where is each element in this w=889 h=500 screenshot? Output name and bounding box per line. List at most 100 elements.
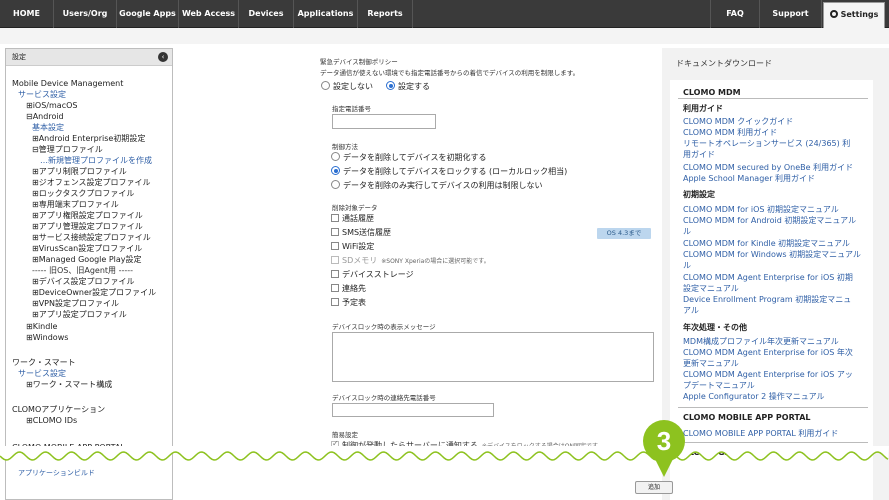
delete-option-calendar[interactable]: 予定表 [331, 297, 366, 308]
collapse-icon[interactable]: ‹ [158, 52, 168, 62]
radio-icon[interactable] [321, 81, 330, 90]
divider [678, 98, 868, 99]
lock-phone-input[interactable] [332, 403, 494, 417]
nav-web-access[interactable]: Web Access [179, 0, 239, 28]
nav-google-apps[interactable]: Google Apps [117, 0, 179, 28]
nav-faq[interactable]: FAQ [710, 0, 760, 28]
tree-android[interactable]: ⊟Android [26, 112, 64, 122]
doc-link[interactable]: リモートオペレーションサービス (24/365) 利 [683, 139, 850, 149]
nav-reports[interactable]: Reports [358, 0, 413, 28]
tree-vpn[interactable]: ⊞VPN設定プロファイル [32, 299, 119, 309]
tree-ws-service-settings[interactable]: サービス設定 [18, 369, 66, 379]
nav-users-org[interactable]: Users/Org [54, 0, 117, 28]
delete-option-storage[interactable]: デバイスストレージ [331, 269, 414, 280]
doc-link[interactable]: ル [683, 261, 691, 271]
control-option-wipe[interactable]: データを削除してデバイスを初期化する [331, 152, 487, 163]
doc-link[interactable]: CLOMO MDM クイックガイド [683, 117, 793, 127]
tree-virusscan[interactable]: ⊞VirusScan設定プロファイル [32, 244, 142, 254]
tree-mgmt-profile[interactable]: ⊟管理プロファイル [32, 145, 103, 155]
doc-link[interactable]: ル [683, 227, 691, 237]
checkbox-icon[interactable] [331, 256, 339, 264]
doc-link[interactable]: CLOMO MDM Agent Enterprise for iOS 年次 [683, 348, 853, 358]
nav-applications[interactable]: Applications [294, 0, 358, 28]
policy-off-radio[interactable]: 設定しない [321, 81, 373, 92]
step-marker: 3 [643, 420, 685, 462]
tree-app-permission[interactable]: ⊞アプリ権限設定プロファイル [32, 211, 143, 221]
doc-link[interactable]: 用ガイド [683, 150, 715, 160]
tree-ae-initial[interactable]: ⊞Android Enterprise初期設定 [32, 134, 145, 144]
tree-new-profile[interactable]: …新規管理プロファイルを作成 [40, 156, 152, 166]
tree-device-settings[interactable]: ⊞デバイス設定プロファイル [32, 277, 134, 287]
control-option-delete-only[interactable]: データを削除のみ実行してデバイスの利用は制限しない [331, 180, 543, 191]
doc-link[interactable]: 更新マニュアル [683, 359, 739, 369]
policy-on-radio[interactable]: 設定する [386, 81, 430, 92]
tree-service-settings[interactable]: サービス設定 [18, 90, 66, 100]
doc-panel-title: ドキュメントダウンロード [676, 59, 772, 68]
delete-option-call[interactable]: 通話履歴 [331, 213, 374, 224]
tree-geofence[interactable]: ⊞ジオフェンス設定プロファイル [32, 178, 151, 188]
tree-app-restrict[interactable]: ⊞アプリ制限プロファイル [32, 167, 127, 177]
doc-link[interactable]: アル [683, 306, 699, 316]
checkbox-icon[interactable] [331, 298, 339, 306]
delete-option-wifi[interactable]: WiFi設定 [331, 241, 374, 252]
tree-ws-config[interactable]: ⊞ワーク・スマート構成 [26, 380, 112, 390]
doc-link[interactable]: プデートマニュアル [683, 381, 755, 391]
delete-option-sms[interactable]: SMS送信履歴 [331, 227, 391, 238]
checkbox-icon[interactable] [331, 228, 339, 236]
tree-managed-play[interactable]: ⊞Managed Google Play設定 [32, 255, 142, 265]
doc-link[interactable]: CLOMO MDM for Windows 初期設定マニュアル [683, 250, 861, 260]
doc-link[interactable]: 設定マニュアル [683, 284, 739, 294]
tree-dedicated[interactable]: ⊞専用端末プロファイル [32, 200, 119, 210]
delete-option-contacts[interactable]: 連絡先 [331, 283, 366, 294]
radio-icon[interactable] [331, 180, 340, 189]
tree-clomo-ids[interactable]: ⊞CLOMO IDs [26, 416, 77, 426]
doc-link[interactable]: CLOMO MOBILE APP PORTAL 利用ガイド [683, 429, 838, 439]
doc-link[interactable]: CLOMO MDM secured by OneBe 利用ガイド [683, 163, 853, 173]
doc-link[interactable]: CLOMO MDM for Kindle 初期設定マニュアル [683, 239, 850, 249]
radio-selected-icon[interactable] [386, 81, 395, 90]
tree-kindle[interactable]: ⊞Kindle [26, 322, 57, 332]
checkbox-icon[interactable] [331, 242, 339, 250]
policy-title: 緊急デバイス制御ポリシー [320, 58, 398, 66]
radio-icon[interactable] [331, 152, 340, 161]
doc-link[interactable]: Apple Configurator 2 操作マニュアル [683, 392, 825, 402]
nav-settings[interactable]: Settings [823, 2, 885, 28]
control-label: 制御方法 [332, 143, 358, 151]
doc-heading-guide: 利用ガイド [683, 104, 723, 113]
doc-link[interactable]: CLOMO MDM for iOS 初期設定マニュアル [683, 205, 839, 215]
divider [678, 442, 868, 443]
doc-link[interactable]: Device Enrollment Program 初期設定マニュ [683, 295, 851, 305]
tree-ios-macos[interactable]: ⊞iOS/macOS [26, 101, 77, 111]
tree-basic-settings[interactable]: 基本設定 [32, 123, 64, 133]
phone-input[interactable] [332, 114, 436, 129]
gear-icon [829, 10, 838, 18]
radio-selected-icon[interactable] [331, 166, 340, 175]
tree-app-settings[interactable]: ⊞アプリ設定プロファイル [32, 310, 127, 320]
tree-locktask[interactable]: ⊞ロックタスクプロファイル [32, 189, 134, 199]
add-button[interactable]: 追加 [635, 481, 673, 494]
nav-home[interactable]: HOME [0, 0, 54, 28]
doc-link[interactable]: CLOMO MDM for Android 初期設定マニュアル [683, 216, 856, 226]
tree-app-managed[interactable]: ⊞アプリ管理設定プロファイル [32, 222, 143, 232]
doc-heading-mdm: CLOMO MDM [683, 88, 741, 97]
tree-windows[interactable]: ⊞Windows [26, 333, 68, 343]
doc-link[interactable]: Apple School Manager 利用ガイド [683, 174, 815, 184]
control-option-lock[interactable]: データを削除してデバイスをロックする (ローカルロック相当) [331, 166, 567, 177]
delete-option-sd[interactable]: SDメモリ ※SONY Xperiaの場合に選択可能です。 [331, 255, 490, 266]
phone-label: 指定電話番号 [332, 105, 371, 113]
doc-link[interactable]: MDM構成プロファイル年次更新マニュアル [683, 337, 839, 347]
doc-link[interactable]: CLOMO MDM Agent Enterprise for iOS 初期 [683, 273, 853, 283]
doc-link[interactable]: CLOMO MDM 利用ガイド [683, 128, 777, 138]
nav-devices[interactable]: Devices [239, 0, 294, 28]
checkbox-icon[interactable] [331, 284, 339, 292]
tree-service-conn[interactable]: ⊞サービス接続設定プロファイル [32, 233, 151, 243]
tree-deviceowner[interactable]: ⊞DeviceOwner設定プロファイル [32, 288, 156, 298]
divider [678, 407, 868, 408]
doc-link[interactable]: CLOMO MDM Agent Enterprise for iOS アッ [683, 370, 853, 380]
lock-msg-textarea[interactable] [332, 332, 654, 382]
checkbox-icon[interactable] [331, 214, 339, 222]
checkbox-icon[interactable] [331, 270, 339, 278]
doc-heading-initial: 初期設定 [683, 190, 715, 199]
tree-clomo-apps: CLOMOアプリケーション [12, 405, 106, 414]
nav-support[interactable]: Support [760, 0, 822, 28]
